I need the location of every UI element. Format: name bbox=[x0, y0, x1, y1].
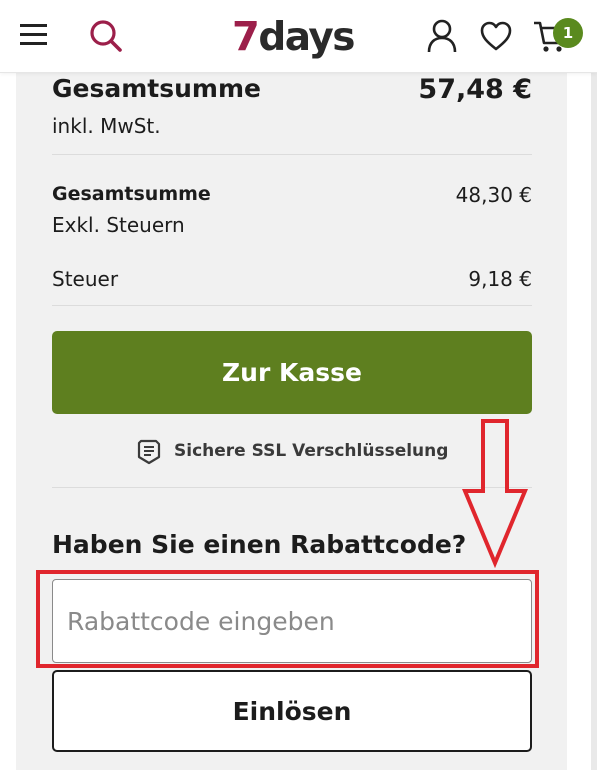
tax-label: Steuer bbox=[52, 267, 119, 291]
search-icon bbox=[90, 20, 122, 52]
checkout-button[interactable]: Zur Kasse bbox=[52, 331, 532, 414]
scrollbar[interactable] bbox=[591, 72, 597, 770]
shield-icon bbox=[137, 439, 161, 465]
site-logo[interactable]: 7 days bbox=[232, 12, 356, 62]
total-tax-note: inkl. MwSt. bbox=[52, 114, 161, 138]
logo-word: days bbox=[258, 15, 355, 60]
ssl-text: Sichere SSL Verschlüsselung bbox=[174, 441, 449, 461]
page: 7 days 1 Gesamtsumme 57,48 € inkl. MwSt.… bbox=[0, 0, 597, 770]
annotation-arrow-icon bbox=[462, 419, 528, 568]
menu-button[interactable] bbox=[14, 16, 54, 54]
heart-icon bbox=[480, 21, 512, 51]
logo-number: 7 bbox=[232, 14, 260, 60]
user-icon bbox=[427, 19, 457, 53]
divider bbox=[52, 154, 532, 155]
account-button[interactable] bbox=[420, 14, 464, 58]
tax-value: 9,18 € bbox=[468, 267, 532, 291]
search-button[interactable] bbox=[85, 15, 127, 57]
menu-icon bbox=[20, 24, 47, 45]
cart-count-badge: 1 bbox=[553, 18, 583, 48]
annotation-highlight bbox=[36, 570, 539, 668]
net-total-value: 48,30 € bbox=[455, 183, 532, 207]
divider bbox=[52, 305, 532, 306]
ssl-notice: Sichere SSL Verschlüsselung bbox=[136, 436, 448, 466]
total-value: 57,48 € bbox=[418, 74, 532, 105]
redeem-coupon-button[interactable]: Einlösen bbox=[52, 670, 532, 752]
wishlist-button[interactable] bbox=[474, 14, 518, 58]
net-tax-note: Exkl. Steuern bbox=[52, 213, 185, 237]
site-header: 7 days 1 bbox=[0, 0, 597, 73]
